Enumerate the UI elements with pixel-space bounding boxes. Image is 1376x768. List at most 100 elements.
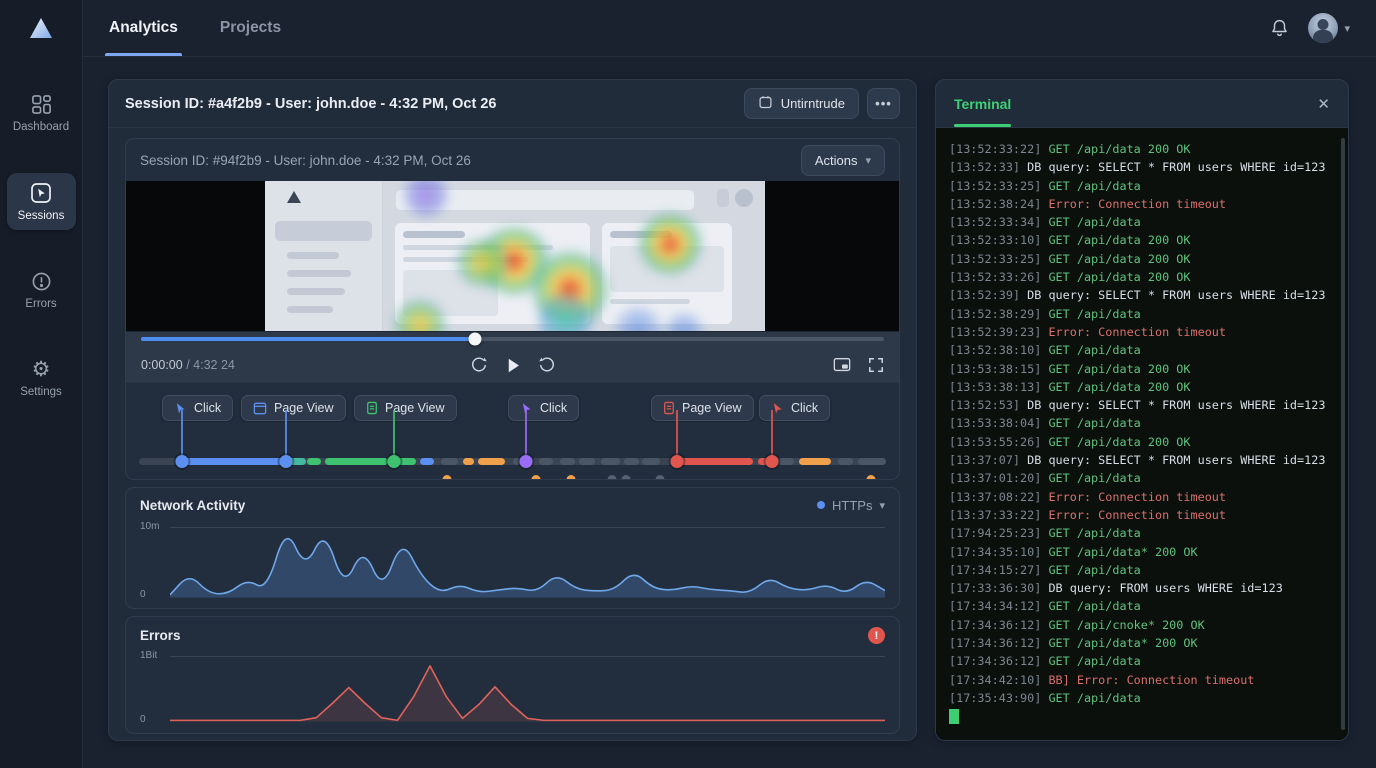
errors-ymin-label: 0 bbox=[140, 714, 146, 725]
user-menu[interactable]: ▾ bbox=[1308, 13, 1350, 43]
app-logo-icon[interactable] bbox=[28, 16, 54, 45]
timeline-segment bbox=[441, 458, 458, 465]
alert-circle-icon bbox=[31, 271, 52, 292]
legend-dot-icon bbox=[817, 501, 825, 509]
terminal-line: [17:34:34:12] GET /api/data bbox=[949, 597, 1342, 615]
chevron-down-icon: ▾ bbox=[865, 154, 871, 167]
terminal-line: [13:52:38:10] GET /api/data bbox=[949, 341, 1342, 359]
seek-bar[interactable] bbox=[141, 337, 884, 341]
actions-button[interactable]: Actions ▾ bbox=[801, 145, 885, 176]
timeline-segment bbox=[858, 458, 886, 465]
event-chips-row: ClickPage ViewPage ViewClickPage ViewCli… bbox=[139, 395, 886, 422]
skip-back-icon[interactable] bbox=[469, 356, 488, 375]
timeline-marker[interactable] bbox=[387, 455, 400, 468]
session-card-header: Session ID: #a4f2b9 - User: john.doe - 4… bbox=[109, 80, 916, 128]
chevron-down-icon: ▾ bbox=[1344, 22, 1350, 35]
event-timeline: ClickPage ViewPage ViewClickPage ViewCli… bbox=[126, 382, 899, 479]
more-options-button[interactable]: ••• bbox=[867, 88, 900, 119]
timeline-dot bbox=[622, 475, 631, 480]
terminal-line: [17:34:36:12] GET /api/cnoke* 200 OK bbox=[949, 616, 1342, 634]
chevron-down-icon: ▾ bbox=[879, 499, 885, 512]
sidebar-item-label: Errors bbox=[25, 298, 56, 310]
timeline-segment bbox=[838, 458, 853, 465]
timeline-dot bbox=[442, 475, 451, 480]
avatar bbox=[1308, 13, 1338, 43]
picture-in-picture-icon[interactable] bbox=[833, 357, 851, 373]
session-video[interactable] bbox=[126, 181, 899, 331]
session-replay-panel: Session ID: #94f2b9 - User: john.doe - 4… bbox=[125, 138, 900, 480]
terminal-line: [17:94:25:23] GET /api/data bbox=[949, 524, 1342, 542]
seek-thumb[interactable] bbox=[469, 333, 482, 346]
tab-projects[interactable]: Projects bbox=[220, 0, 281, 56]
play-icon[interactable] bbox=[504, 356, 521, 375]
terminal-line: [17:34:42:10] BB] Error: Connection time… bbox=[949, 671, 1342, 689]
event-connector bbox=[181, 410, 183, 456]
timeline-dot bbox=[656, 475, 665, 480]
terminal-scrollbar[interactable] bbox=[1341, 138, 1345, 730]
timeline-dot bbox=[532, 475, 541, 480]
timeline-segment bbox=[307, 458, 320, 465]
timeline-marker[interactable] bbox=[519, 455, 532, 468]
terminal-line: [13:52:38:29] GET /api/data bbox=[949, 305, 1342, 323]
calendar-icon bbox=[758, 95, 773, 113]
sidebar-item-dashboard[interactable]: Dashboard bbox=[7, 85, 76, 141]
timeline-dot bbox=[566, 475, 575, 480]
network-chart bbox=[170, 519, 885, 601]
errors-ymax-label: 1Bit bbox=[140, 650, 157, 661]
untintrude-button[interactable]: Untirntrude bbox=[744, 88, 859, 119]
playback-time: 0:00:00 / 4:32 24 bbox=[141, 358, 235, 372]
terminal-line: [17:35:43:90] GET /api/data bbox=[949, 689, 1342, 707]
event-connector bbox=[393, 410, 395, 456]
cursor-icon bbox=[771, 402, 784, 415]
tab-analytics[interactable]: Analytics bbox=[109, 0, 178, 56]
timeline-marker[interactable] bbox=[280, 455, 293, 468]
terminal-tab[interactable]: Terminal bbox=[954, 96, 1011, 112]
event-chip-page-view[interactable]: Page View bbox=[651, 395, 754, 421]
timeline-segment bbox=[642, 458, 660, 465]
timeline-segment bbox=[325, 458, 388, 465]
event-connector bbox=[525, 410, 527, 456]
event-chip-click[interactable]: Click bbox=[759, 395, 830, 421]
fullscreen-icon[interactable] bbox=[868, 357, 884, 373]
session-replay-icon bbox=[30, 182, 52, 204]
session-subtitle: Session ID: #94f2b9 - User: john.doe - 4… bbox=[140, 153, 471, 168]
sidebar-nav: Dashboard Sessions Errors ⚙ Settings bbox=[0, 85, 82, 406]
dashboard-icon bbox=[31, 94, 52, 115]
event-connector bbox=[676, 410, 678, 456]
timeline-segment bbox=[675, 458, 753, 465]
terminal-line: [17:33:36:30] DB query: FROM users WHERE… bbox=[949, 579, 1342, 597]
timeline-zone bbox=[139, 422, 886, 479]
event-chip-click[interactable]: Click bbox=[162, 395, 233, 421]
skip-forward-icon[interactable] bbox=[537, 356, 556, 375]
timeline-marker[interactable] bbox=[670, 455, 683, 468]
network-ymin-label: 0 bbox=[140, 589, 146, 600]
terminal-line: [13:52:33:26] GET /api/data 200 OK bbox=[949, 268, 1342, 286]
sidebar-item-label: Dashboard bbox=[13, 121, 69, 133]
network-chart-title: Network Activity bbox=[140, 498, 245, 513]
timeline-segment bbox=[463, 458, 474, 465]
timeline-segment bbox=[624, 458, 639, 465]
event-chip-page-view[interactable]: Page View bbox=[354, 395, 457, 421]
event-chip-click[interactable]: Click bbox=[508, 395, 579, 421]
notifications-bell-icon[interactable] bbox=[1269, 17, 1290, 39]
event-chip-page-view[interactable]: Page View bbox=[241, 395, 346, 421]
timeline-dot bbox=[867, 475, 876, 480]
timeline-marker[interactable] bbox=[765, 455, 778, 468]
sidebar-item-settings[interactable]: ⚙ Settings bbox=[7, 350, 76, 406]
window-icon bbox=[253, 402, 267, 415]
sidebar-item-sessions[interactable]: Sessions bbox=[7, 173, 76, 230]
network-ymax-label: 10m bbox=[140, 521, 159, 532]
timeline-segment bbox=[478, 458, 505, 465]
terminal-cursor bbox=[949, 709, 959, 724]
terminal-body[interactable]: [13:52:33:22] GET /api/data 200 OK[13:52… bbox=[936, 128, 1348, 740]
close-icon[interactable]: ✕ bbox=[1317, 95, 1330, 113]
sidebar-item-errors[interactable]: Errors bbox=[7, 262, 76, 318]
timeline-segment bbox=[539, 458, 552, 465]
top-navbar: Analytics Projects ▾ bbox=[83, 0, 1376, 57]
timeline-marker[interactable] bbox=[176, 455, 189, 468]
errors-chart-title: Errors bbox=[140, 628, 181, 643]
timeline-segment bbox=[182, 458, 286, 465]
event-connector bbox=[285, 410, 287, 456]
network-legend-dropdown[interactable]: HTTPs ▾ bbox=[817, 498, 885, 513]
sidebar-item-label: Sessions bbox=[18, 210, 65, 222]
